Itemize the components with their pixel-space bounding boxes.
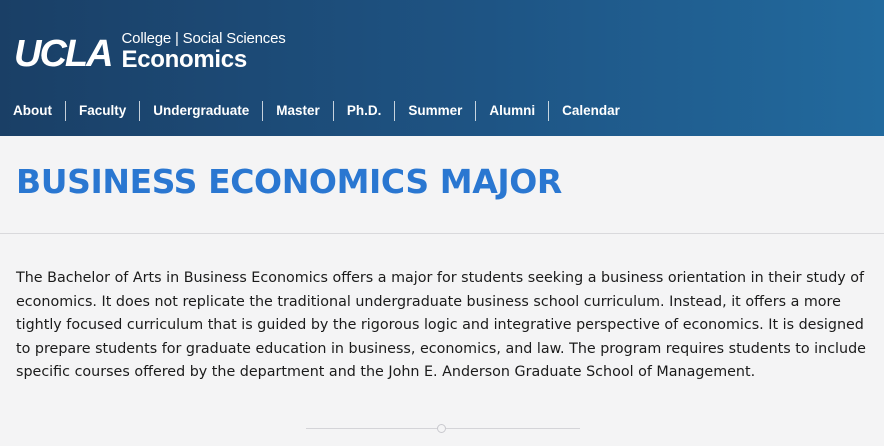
- logo-subtitle: College | Social Sciences: [121, 30, 286, 47]
- site-header: UCLA College | Social Sciences Economics…: [0, 0, 884, 136]
- nav-item-phd[interactable]: Ph.D.: [332, 101, 395, 121]
- nav-item-alumni[interactable]: Alumni: [475, 101, 548, 121]
- nav-item-summer[interactable]: Summer: [394, 101, 475, 121]
- main-nav: About Faculty Undergraduate Master Ph.D.…: [0, 101, 633, 121]
- nav-item-calendar[interactable]: Calendar: [548, 101, 633, 121]
- nav-item-about[interactable]: About: [0, 101, 65, 121]
- page-title: BUSINESS ECONOMICS MAJOR: [16, 162, 562, 201]
- divider-dot-icon: [437, 424, 446, 433]
- logo-department: Economics: [121, 46, 248, 73]
- nav-item-faculty[interactable]: Faculty: [64, 101, 139, 121]
- logo-text: College | Social Sciences Economics: [122, 30, 286, 73]
- nav-item-undergraduate[interactable]: Undergraduate: [139, 101, 262, 121]
- nav-item-master[interactable]: Master: [262, 101, 333, 121]
- intro-paragraph: The Bachelor of Arts in Business Economi…: [16, 270, 866, 380]
- logo-ucla-wordmark: UCLA: [14, 33, 114, 75]
- ucla-economics-logo[interactable]: UCLA College | Social Sciences Economics: [14, 30, 286, 73]
